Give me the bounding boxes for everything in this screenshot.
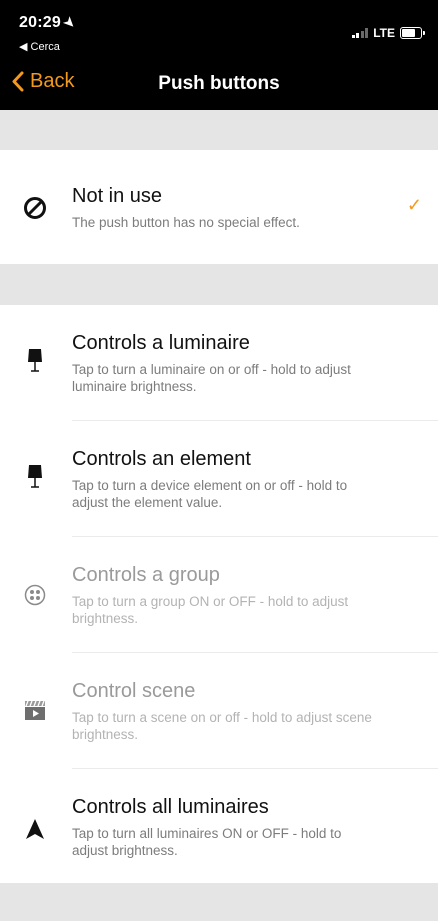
option-controls-all-luminaires[interactable]: Controls all luminaires Tap to turn all … (0, 769, 438, 883)
option-title: Controls a luminaire (72, 332, 250, 354)
option-controls-group[interactable]: Controls a group Tap to turn a group ON … (0, 537, 438, 653)
clapperboard-icon (22, 697, 48, 723)
battery-icon (400, 27, 425, 39)
status-time: 20:29➤ (19, 13, 80, 32)
option-title: Controls a group (72, 564, 220, 586)
section-spacer (0, 883, 438, 921)
navigation-arrow-icon (22, 816, 48, 842)
signal-strength-icon (351, 28, 369, 38)
option-title: Controls an element (72, 448, 251, 470)
status-indicators: LTE (351, 26, 425, 40)
option-not-in-use[interactable]: Not in use The push button has no specia… (0, 150, 438, 264)
option-control-scene[interactable]: Control scene Tap to turn a scene on or … (0, 653, 438, 769)
section-spacer (0, 264, 438, 305)
top-bar: 20:29➤ ◀ Cerca LTE Back Push buttons (0, 0, 438, 110)
option-title: Controls all luminaires (72, 796, 269, 818)
group-icon (22, 582, 48, 608)
option-description: Tap to turn a device element on or off -… (72, 478, 348, 510)
option-description: Tap to turn a group ON or OFF - hold to … (72, 594, 349, 626)
network-type: LTE (373, 26, 395, 40)
option-controls-element[interactable]: Controls an element Tap to turn a device… (0, 421, 438, 537)
lamp-icon (22, 347, 48, 373)
checkmark-icon: ✓ (406, 195, 422, 215)
lamp-icon (22, 463, 48, 489)
option-description: Tap to turn all luminaires ON or OFF - h… (72, 826, 342, 858)
option-controls-luminaire[interactable]: Controls a luminaire Tap to turn a lumin… (0, 305, 438, 421)
option-description: The push button has no special effect. (72, 215, 300, 230)
back-to-app-link[interactable]: ◀ Cerca (19, 40, 60, 53)
prohibited-icon (22, 195, 48, 221)
section-spacer (0, 110, 438, 150)
location-arrow-icon: ➤ (60, 13, 80, 32)
option-title: Not in use (72, 185, 163, 207)
page-title: Push buttons (158, 73, 280, 94)
option-description: Tap to turn a scene on or off - hold to … (72, 710, 372, 742)
option-description: Tap to turn a luminaire on or off - hold… (72, 362, 351, 394)
option-title: Control scene (72, 680, 196, 702)
